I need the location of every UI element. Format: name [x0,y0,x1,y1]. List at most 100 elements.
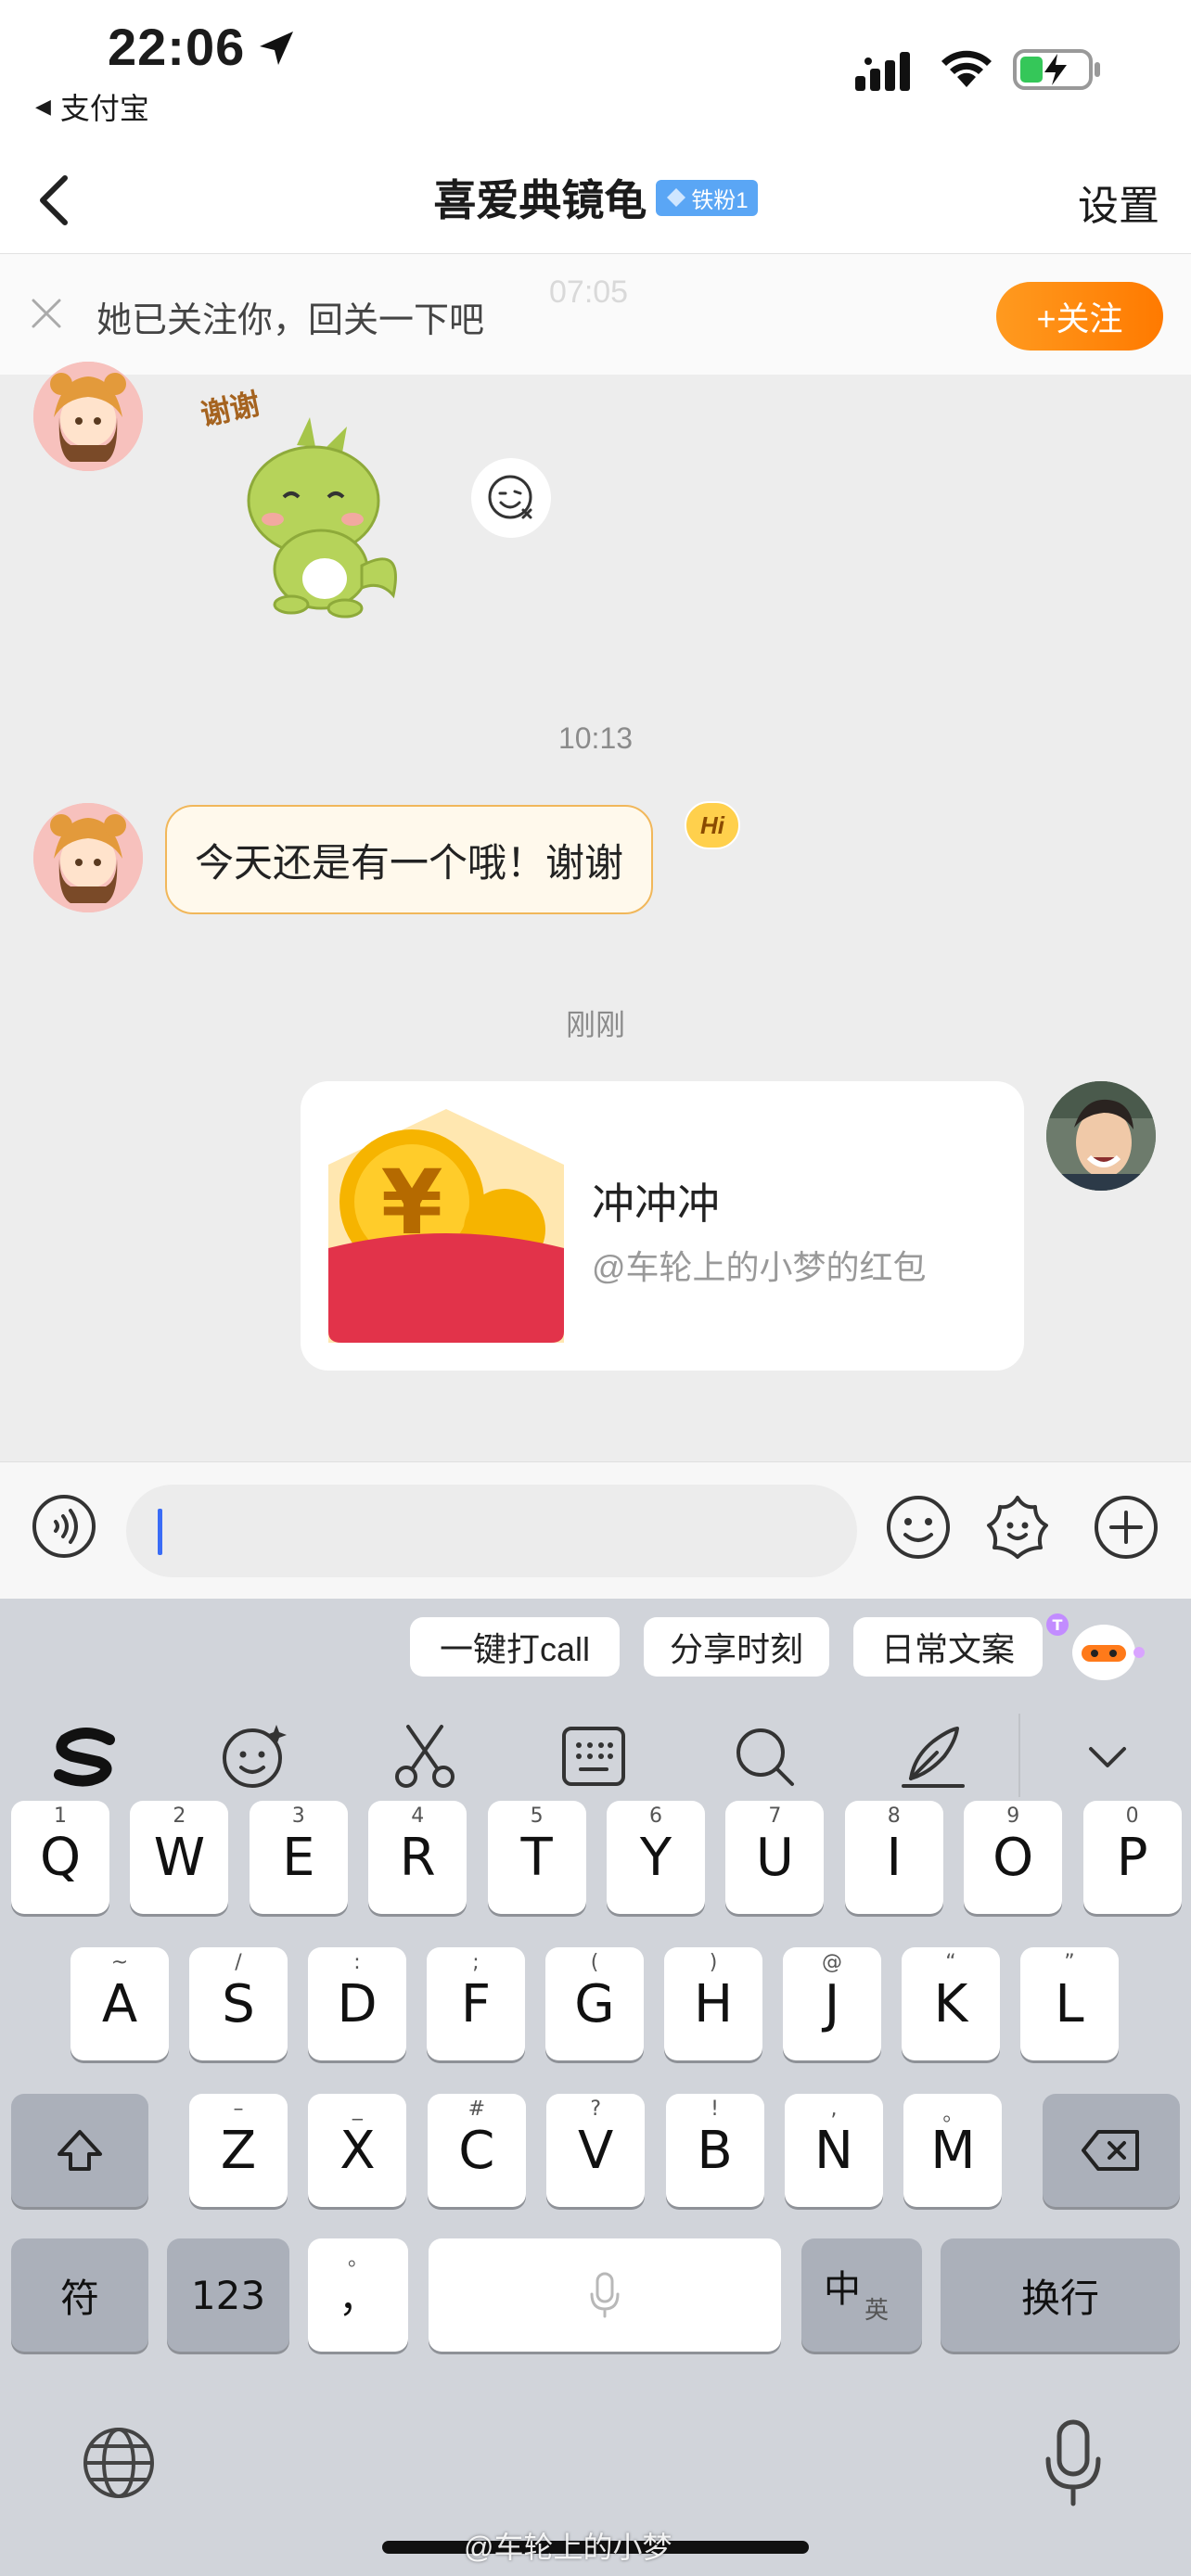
key-g[interactable]: (G [545,1947,644,2060]
suggestion-chip[interactable]: 日常文案 [853,1617,1043,1677]
dictation-microphone-icon[interactable] [1039,2417,1108,2509]
follow-button[interactable]: +关注 [996,282,1163,351]
sogou-logo-icon[interactable] [48,1719,122,1793]
key-label: F [460,1973,492,2034]
key-hint: 9 [1006,1804,1020,1828]
key-t[interactable]: 5T [487,1801,586,1914]
key-label: Z [220,2120,257,2181]
message-input[interactable] [126,1485,857,1577]
key-label: G [574,1973,615,2034]
close-icon[interactable] [28,295,65,332]
key-label: J [824,1973,840,2034]
message-bubble[interactable]: 今天还是有一个哦！谢谢 [165,805,654,914]
key-z[interactable]: – Z [189,2094,288,2207]
scissors-icon[interactable] [388,1719,462,1793]
key-label: I [886,1827,903,1888]
key-i[interactable]: 8I [844,1801,943,1914]
key-hint: , [830,2098,838,2121]
key-label: ， [338,2275,378,2321]
key-m[interactable]: 。 M [903,2094,1003,2207]
key-label: L [1055,1973,1084,2034]
key-a[interactable]: ~ A [70,1947,169,2060]
handwriting-pen-icon[interactable] [896,1719,970,1793]
globe-icon[interactable] [80,2424,158,2502]
key-h[interactable]: ) H [664,1947,762,2060]
backspace-key[interactable] [1043,2094,1180,2207]
key-label: C [458,2120,495,2181]
avatar[interactable] [33,362,143,471]
key-n[interactable]: ,N [785,2094,883,2207]
emoji-icon[interactable] [885,1494,952,1561]
key-d[interactable]: :D [308,1947,406,2060]
key-l[interactable]: ” L [1020,1947,1119,2060]
keyboard-mascot-icon[interactable]: T [1044,1612,1146,1686]
key-hint: 。 [347,2248,368,2271]
key-b[interactable]: ! B [665,2094,764,2207]
key-u[interactable]: 7U [725,1801,825,1914]
message-timestamp: 10:13 [557,721,634,755]
key-f[interactable]: ; F [427,1947,525,2060]
key-w[interactable]: 2W [130,1801,229,1914]
return-key[interactable]: 换行 [941,2238,1180,2352]
punctuation-key[interactable]: 。， [308,2238,408,2352]
message-input-bar [0,1461,1191,1599]
key-label: 123 [190,2272,266,2318]
girl-avatar-icon [33,362,143,471]
plus-icon[interactable] [1093,1494,1159,1561]
emoji-sparkle-icon[interactable] [217,1719,291,1793]
key-q[interactable]: 1Q [11,1801,109,1914]
diamond-icon [667,188,686,207]
settings-button[interactable]: 设置 [1078,172,1159,232]
dragon-thanks-sticker[interactable]: 谢谢 [195,380,408,621]
key-label: B [697,2120,733,2181]
suggestion-chip[interactable]: 分享时刻 [644,1617,829,1677]
key-hint: 2 [173,1804,186,1828]
key-label: 符 [59,2275,99,2321]
space-key[interactable] [429,2238,781,2352]
key-label: Y [639,1827,672,1888]
microphone-icon [590,2272,620,2318]
key-hint: – [233,2098,244,2121]
key-k[interactable]: “K [902,1947,1000,2060]
add-reaction-button[interactable] [471,458,551,538]
key-label: 换行 [1020,2275,1099,2321]
key-label: T [520,1827,553,1888]
key-v[interactable]: ? V [546,2094,646,2207]
key-hint: 0 [1125,1804,1139,1828]
suggestion-chip[interactable]: 一键打call [410,1617,620,1677]
key-hint: ” [1064,1951,1075,1974]
numbers-key[interactable]: 123 [167,2238,289,2352]
red-packet-card[interactable]: ¥ 冲冲冲 @车轮上的小梦的红包 [301,1081,1024,1371]
key-hint: ( [590,1951,599,1974]
my-avatar[interactable] [1046,1081,1156,1191]
key-p[interactable]: 0P [1082,1801,1182,1914]
key-hint: ! [711,2098,719,2121]
shift-key[interactable] [11,2094,148,2207]
language-switch-key[interactable]: 中英 [801,2238,922,2352]
red-packet-title: 冲冲冲 [592,1180,720,1228]
search-icon[interactable] [727,1719,801,1793]
man-avatar-icon [1046,1081,1156,1191]
key-j[interactable]: @ J [783,1947,881,2060]
key-y[interactable]: 6Y [607,1801,705,1914]
sticker-icon[interactable] [983,1492,1052,1561]
keyboard-icon[interactable] [557,1719,631,1793]
avatar[interactable] [33,803,143,912]
suggestion-row: 一键打call 分享时刻 日常文案 T [0,1606,1191,1684]
symbols-key[interactable]: 符 [11,2238,148,2352]
key-r[interactable]: 4R [368,1801,467,1914]
key-e[interactable]: 3E [249,1801,348,1914]
back-to-app-link[interactable]: ◀ 支付宝 [35,85,149,128]
key-hint: ) [709,1951,718,1974]
collapse-keyboard-chevron-icon[interactable] [1070,1719,1145,1793]
key-x[interactable]: _ X [308,2094,407,2207]
key-label: H [693,1973,734,2034]
key-label: W [153,1827,206,1888]
hi-badge: Hi [685,801,740,849]
backspace-icon [1082,2130,1139,2171]
key-o[interactable]: 9O [964,1801,1063,1914]
voice-input-icon[interactable] [32,1494,96,1559]
key-s[interactable]: / S [189,1947,288,2060]
key-hint: : [353,1951,361,1974]
key-c[interactable]: # C [427,2094,526,2207]
